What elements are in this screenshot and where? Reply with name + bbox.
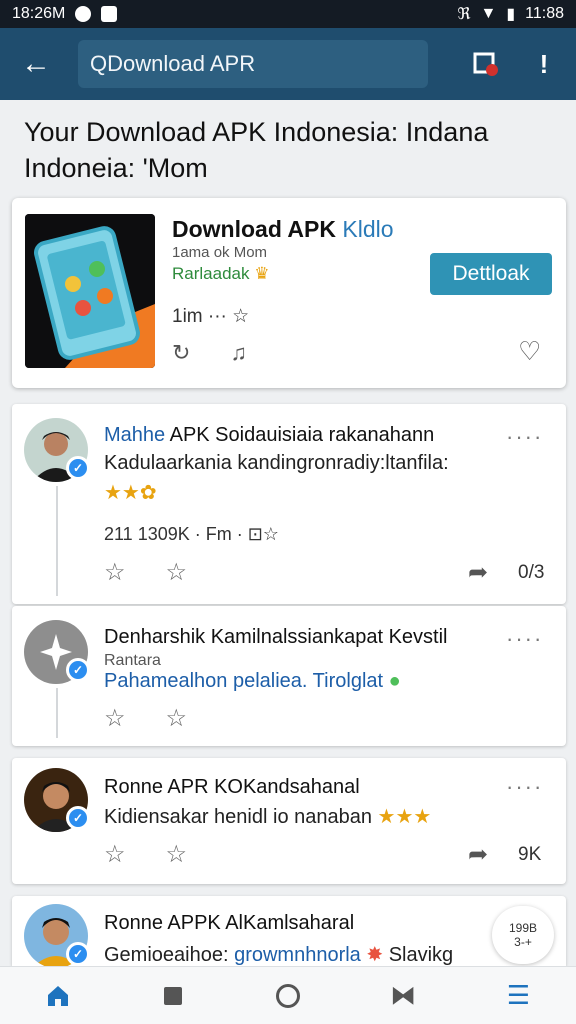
- refresh-icon[interactable]: ↻: [172, 340, 190, 366]
- more-options-button[interactable]: ····: [506, 626, 543, 652]
- rating-stars-icon: ★★✿: [104, 482, 157, 504]
- post-text: Gemioeaihoe: growmnhnorla ✸ Slavikg: [104, 944, 454, 966]
- search-input[interactable]: QDownload APR: [78, 40, 428, 88]
- status-time: 18:26M: [12, 5, 66, 22]
- post-author: Ronne APR KOKandsahanal: [104, 776, 360, 798]
- nav-home-button[interactable]: [34, 972, 82, 1020]
- post-link[interactable]: Pahamealhon pelaliea. Tirolglat ●: [104, 670, 401, 693]
- post-stats: 211 1309K · Fm · ⊡☆: [104, 524, 279, 544]
- more-options-button[interactable]: ····: [506, 424, 543, 450]
- post-card[interactable]: ✓ Ronne APR KOKandsahanal ···· Kidiensak…: [12, 758, 566, 884]
- star-icon[interactable]: ☆: [104, 704, 126, 733]
- status-clock: 11:88: [525, 5, 564, 22]
- emoji-icon: ●: [388, 670, 401, 692]
- post-card[interactable]: ✓ Mahhe APK Soidauisiaia rakanahann ····…: [12, 404, 566, 604]
- info-button[interactable]: !: [528, 48, 560, 80]
- nav-circle-button[interactable]: [264, 972, 312, 1020]
- bottom-navigation: ⧓ ☰: [0, 966, 576, 1024]
- notification-icon: [75, 6, 92, 22]
- page-title: Your Download APK Indonesia: Indana Indo…: [24, 117, 489, 183]
- post-author: Ronne APPK AlKamlsaharal: [104, 912, 355, 934]
- post-author: Denharshik Kamilnalssiankapat Kevstil: [104, 626, 448, 648]
- nav-stop-button[interactable]: [149, 972, 197, 1020]
- bluetooth-icon: ℜ: [457, 6, 471, 23]
- verified-badge-icon: ✓: [66, 942, 90, 966]
- post-author: Mahhe APK Soidauisiaia rakanahann: [104, 424, 435, 446]
- thread-line: [56, 486, 58, 596]
- arrow-left-icon: ←: [21, 47, 51, 80]
- verified-badge-icon: ✓: [66, 456, 90, 480]
- app-notification-icon: [101, 6, 118, 22]
- rating-stars-icon: ★★★: [377, 806, 432, 828]
- featured-app-card[interactable]: Download APK Kldlo 1ama ok Mom Rarlaadak…: [12, 198, 566, 388]
- heart-icon[interactable]: ♡: [518, 336, 541, 367]
- nav-bookmark-button[interactable]: ⧓: [379, 972, 427, 1020]
- more-options-button[interactable]: ····: [506, 774, 543, 800]
- share-count: 0/3: [518, 562, 545, 583]
- floating-action-button[interactable]: 199B 3-+: [492, 906, 554, 964]
- download-box-icon: [473, 52, 498, 76]
- app-thumbnail: [25, 214, 155, 368]
- post-text: Kadulaarkania kandingronradiy:ltanfila:: [104, 452, 449, 474]
- signal-icon: ▮: [506, 6, 516, 23]
- post-subtitle: Rantara: [104, 652, 161, 669]
- post-card[interactable]: ✓ Denharshik Kamilnalssiankapat Kevstil …: [12, 606, 566, 746]
- status-bar: 18:26M ℜ ▼ ▮ 11:88: [0, 0, 576, 28]
- home-icon: [47, 985, 68, 1006]
- share-icon[interactable]: ➦: [468, 840, 488, 869]
- app-bar: ← QDownload APR !: [0, 28, 576, 100]
- star-icon[interactable]: ☆: [166, 704, 188, 733]
- post-text: Kidiensakar henidl io nanaban ★★★: [104, 806, 432, 828]
- square-icon: [163, 986, 182, 1005]
- phone-app-icon: [25, 214, 155, 368]
- star-icon[interactable]: ☆: [166, 840, 188, 869]
- thread-line: [56, 688, 58, 738]
- app-category: Rarlaadak ♛: [172, 264, 270, 283]
- crown-icon: ♛: [254, 264, 270, 283]
- menu-icon: ☰: [506, 980, 530, 1010]
- app-title: Download APK Kldlo: [172, 216, 394, 242]
- star-icon[interactable]: ☆: [104, 840, 126, 869]
- wifi-icon: ▼: [480, 5, 497, 22]
- star-icon[interactable]: ☆: [166, 558, 188, 587]
- verified-badge-icon: ✓: [66, 806, 90, 830]
- app-size: 1im ··· ☆: [172, 306, 250, 327]
- share-count: 9K: [518, 844, 542, 865]
- download-button[interactable]: Dettloak: [430, 253, 552, 295]
- exclamation-icon: !: [539, 48, 549, 79]
- back-button[interactable]: ←: [16, 44, 56, 84]
- circle-icon: [275, 983, 300, 1008]
- bookmark-icon: ⧓: [390, 980, 417, 1010]
- badge-icon: ✸: [366, 944, 384, 966]
- music-note-icon[interactable]: ♫: [230, 340, 247, 366]
- post-card[interactable]: ✓ Ronne APPK AlKamlsaharal Gemioeaihoe: …: [12, 896, 566, 968]
- share-icon[interactable]: ➦: [468, 558, 488, 587]
- star-icon[interactable]: ☆: [104, 558, 126, 587]
- download-manager-button[interactable]: [470, 48, 502, 80]
- verified-badge-icon: ✓: [66, 658, 90, 682]
- app-meta: 1ama ok Mom: [172, 244, 268, 261]
- nav-menu-button[interactable]: ☰: [494, 972, 542, 1020]
- search-text: QDownload APR: [90, 51, 256, 76]
